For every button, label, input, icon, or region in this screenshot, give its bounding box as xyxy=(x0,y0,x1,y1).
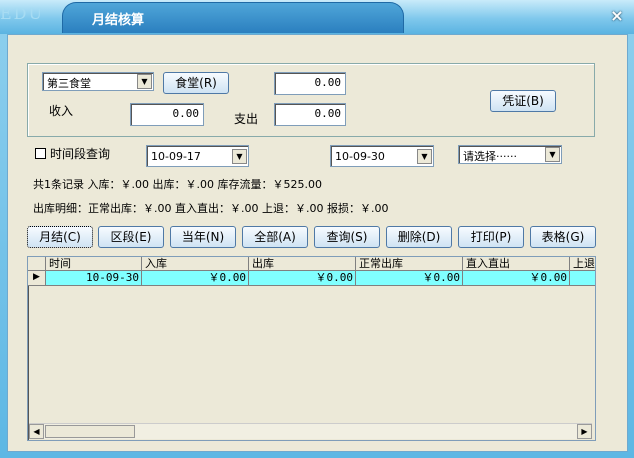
dropdown-arrow-icon[interactable]: ▼ xyxy=(232,149,247,164)
type-select-value: 请选择······ xyxy=(463,150,517,163)
summary-line-2: 出库明细：正常出库：￥.00 直入直出：￥.00 上退：￥.00 报损：￥.00 xyxy=(33,202,389,215)
canteen-button[interactable]: 食堂(R) xyxy=(163,72,229,94)
scroll-right-icon[interactable]: ▶ xyxy=(577,424,592,439)
income-label: 收入 xyxy=(49,104,74,118)
app-window: EDU 月结核算 × 第三食堂 ▼ 食堂(R) 0.00 收入 0.00 支出 … xyxy=(0,0,634,458)
period-checkbox-label: 时间段查询 xyxy=(50,147,111,161)
type-select[interactable]: 请选择······ ▼ xyxy=(458,145,562,164)
period-checkbox[interactable] xyxy=(35,148,46,159)
column-header[interactable]: 正常出库 xyxy=(356,257,463,271)
scroll-thumb[interactable] xyxy=(45,425,135,438)
income-field[interactable]: 0.00 xyxy=(130,103,204,126)
row-header[interactable]: ▶ xyxy=(28,271,46,286)
data-grid[interactable]: 时间 入库 出库 正常出库 直入直出 上退 ▶ 10-09-30 ￥0.00 ￥… xyxy=(27,256,596,441)
window-title: 月结核算 xyxy=(92,13,145,28)
table-cell[interactable]: 10-09-30 xyxy=(46,271,142,286)
voucher-button[interactable]: 凭证(B) xyxy=(490,90,556,112)
monthly-button[interactable]: 月结(C) xyxy=(27,226,93,248)
start-date-value: 10-09-17 xyxy=(151,150,201,163)
print-button[interactable]: 打印(P) xyxy=(458,226,524,248)
year-button[interactable]: 当年(N) xyxy=(170,226,236,248)
edu-logo: EDU xyxy=(0,4,44,23)
scroll-left-icon[interactable]: ◀ xyxy=(29,424,44,439)
dropdown-arrow-icon[interactable]: ▼ xyxy=(545,147,560,162)
table-cell[interactable]: ￥0.00 xyxy=(463,271,570,286)
top-value-field[interactable]: 0.00 xyxy=(274,72,346,95)
dropdown-arrow-icon[interactable]: ▼ xyxy=(417,149,432,164)
column-header[interactable]: 时间 xyxy=(46,257,142,271)
close-button[interactable]: × xyxy=(605,5,629,27)
end-date-picker[interactable]: 10-09-30 ▼ xyxy=(330,145,434,167)
query-button[interactable]: 查询(S) xyxy=(314,226,380,248)
column-header[interactable]: 入库 xyxy=(142,257,249,271)
dropdown-arrow-icon[interactable]: ▼ xyxy=(137,74,152,89)
expense-label: 支出 xyxy=(234,112,259,126)
start-date-picker[interactable]: 10-09-17 ▼ xyxy=(146,145,249,167)
canteen-select[interactable]: 第三食堂 ▼ xyxy=(42,72,154,91)
row-pointer-icon: ▶ xyxy=(33,272,40,282)
all-button[interactable]: 全部(A) xyxy=(242,226,308,248)
close-icon: × xyxy=(610,6,624,25)
column-header[interactable]: 直入直出 xyxy=(463,257,570,271)
table-cell[interactable]: ￥0.00 xyxy=(356,271,463,286)
table-cell[interactable]: ￥0.00 xyxy=(249,271,356,286)
end-date-value: 10-09-30 xyxy=(335,150,385,163)
table-button[interactable]: 表格(G) xyxy=(530,226,596,248)
column-header[interactable]: 上退 xyxy=(570,257,595,271)
title-bar[interactable]: EDU 月结核算 × xyxy=(0,0,634,34)
expense-field[interactable]: 0.00 xyxy=(274,103,346,126)
grid-corner xyxy=(28,257,46,271)
canteen-select-value: 第三食堂 xyxy=(47,77,91,90)
horizontal-scrollbar[interactable]: ◀ ▶ xyxy=(29,423,592,439)
table-cell[interactable]: ￥0.00 xyxy=(142,271,249,286)
period-button[interactable]: 区段(E) xyxy=(98,226,164,248)
column-header[interactable]: 出库 xyxy=(249,257,356,271)
delete-button[interactable]: 删除(D) xyxy=(386,226,452,248)
summary-line-1: 共1条记录 入库：￥.00 出库：￥.00 库存流量：￥525.00 xyxy=(33,178,322,191)
table-cell[interactable] xyxy=(570,271,595,286)
